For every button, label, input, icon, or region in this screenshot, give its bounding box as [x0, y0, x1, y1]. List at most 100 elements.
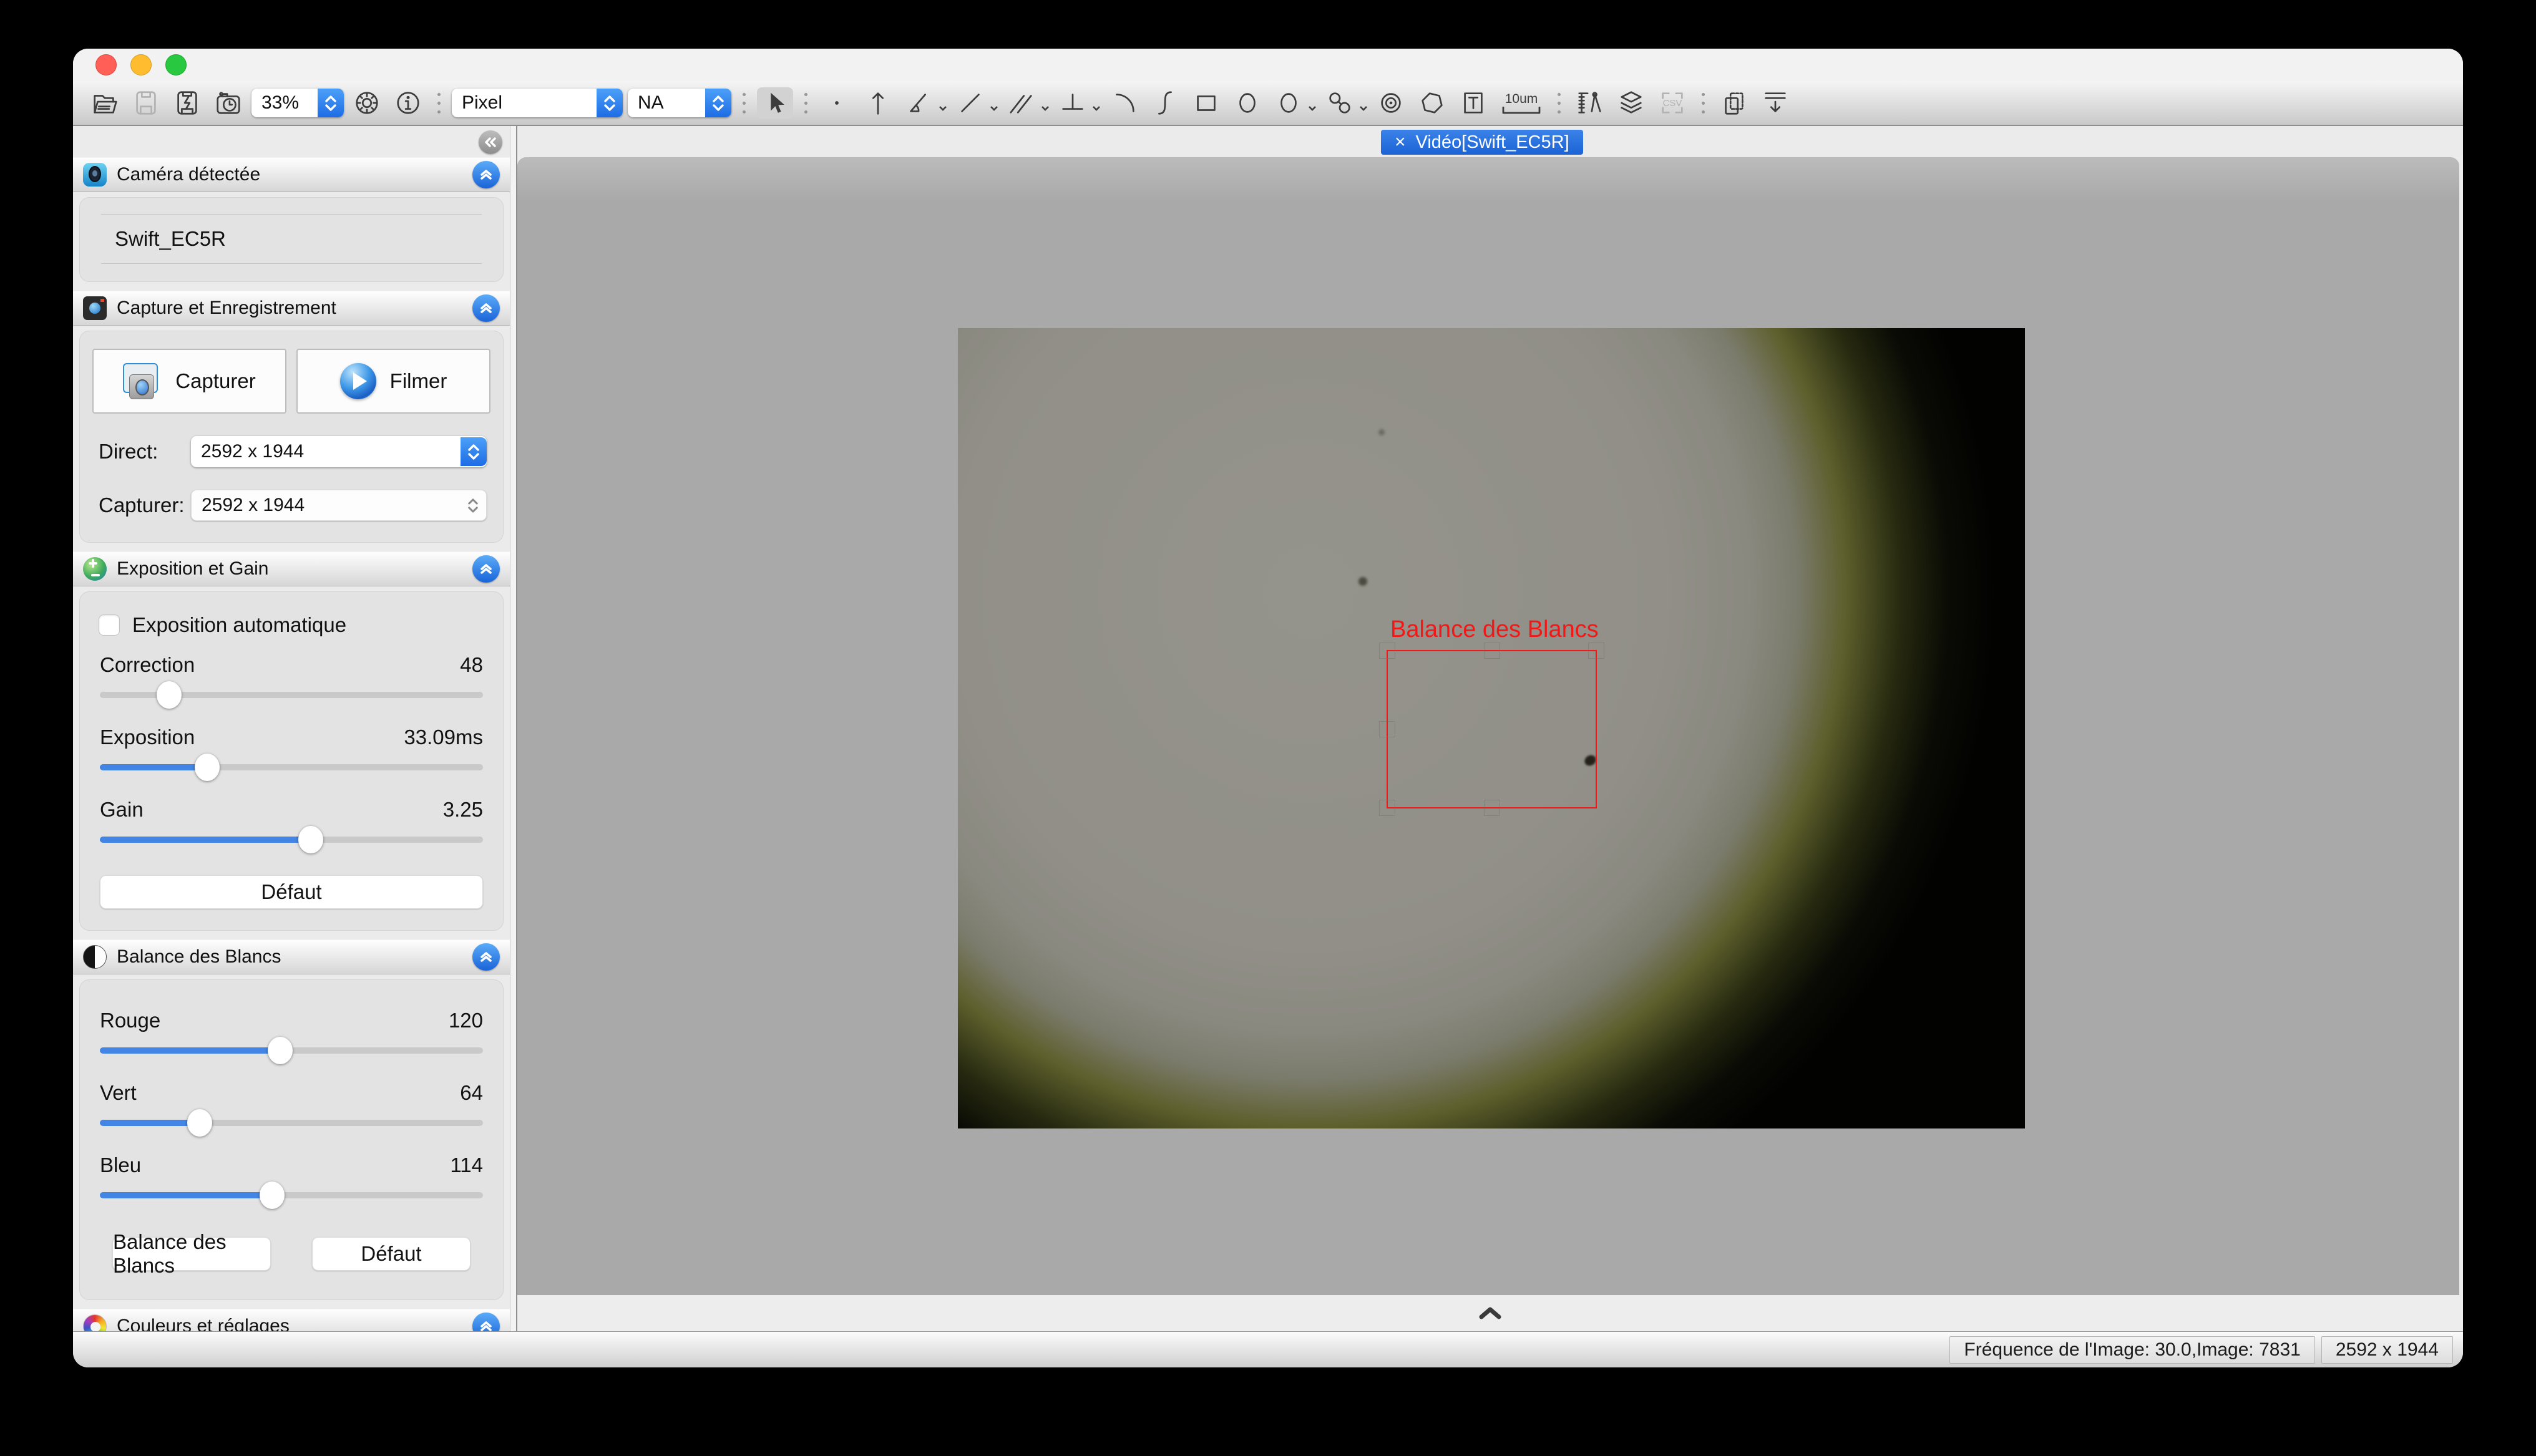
arrow-tool-icon[interactable]: [860, 87, 896, 119]
na-select[interactable]: NA: [628, 89, 731, 117]
chevron-down-icon[interactable]: [939, 103, 947, 114]
record-button[interactable]: Filmer: [296, 349, 490, 414]
exposure-default-button[interactable]: Défaut: [100, 875, 483, 909]
camera-list-box: Swift_EC5R: [79, 197, 504, 282]
close-window-button[interactable]: [95, 54, 117, 75]
slider-thumb[interactable]: [298, 826, 323, 853]
slider-thumb[interactable]: [268, 1037, 293, 1064]
rectangle-tool-icon[interactable]: [1188, 87, 1224, 119]
camera-list-item[interactable]: Swift_EC5R: [101, 214, 482, 264]
white-balance-icon: [83, 945, 107, 969]
slider-thumb[interactable]: [260, 1182, 285, 1209]
copy-tool-icon[interactable]: [1716, 87, 1752, 119]
collapse-section-button[interactable]: [472, 943, 500, 971]
toolbar: 33% Pixel NA: [73, 81, 2463, 126]
save-burst-icon[interactable]: [169, 87, 205, 119]
caliper-tool-icon[interactable]: [1572, 87, 1608, 119]
stepper-icon[interactable]: [705, 89, 731, 117]
line-tool-icon[interactable]: [952, 87, 988, 119]
app-window: 33% Pixel NA: [73, 49, 2463, 1367]
collapse-section-button[interactable]: [472, 555, 500, 583]
settings-gear-icon[interactable]: [349, 87, 385, 119]
stepper-icon[interactable]: [597, 89, 623, 117]
minimize-window-button[interactable]: [130, 54, 152, 75]
bottom-panel-toggle[interactable]: [517, 1295, 2463, 1331]
red-slider[interactable]: [100, 1036, 483, 1065]
slider-thumb[interactable]: [187, 1109, 212, 1137]
roi-handle[interactable]: [1484, 643, 1500, 659]
roi-handle[interactable]: [1379, 800, 1395, 816]
window-controls: [95, 54, 187, 75]
angle-tool-icon[interactable]: [901, 87, 937, 119]
csv-label: CSV: [1663, 98, 1682, 109]
scalebar-tool-icon[interactable]: 10um: [1496, 87, 1546, 119]
chevron-down-icon[interactable]: [1041, 103, 1050, 114]
chevron-down-icon[interactable]: [990, 103, 998, 114]
tab-strip: × Vidéo[Swift_EC5R]: [517, 126, 2463, 157]
zoom-level-select[interactable]: 33%: [251, 89, 344, 117]
open-folder-icon[interactable]: [87, 87, 123, 119]
roi-handle[interactable]: [1379, 643, 1395, 659]
slider-thumb[interactable]: [157, 681, 182, 709]
dust-speck: [1378, 429, 1385, 435]
two-circles-tool-icon[interactable]: [1322, 87, 1358, 119]
stepper-icon[interactable]: [460, 491, 486, 520]
capture-box: Capturer Filmer Direct: 2592 x 1944: [79, 331, 504, 543]
layers-tool-icon[interactable]: [1613, 87, 1649, 119]
concentric-circles-tool-icon[interactable]: [1373, 87, 1409, 119]
collapse-section-button[interactable]: [472, 1313, 500, 1331]
auto-exposure-checkbox[interactable]: [99, 614, 120, 636]
chevron-down-icon[interactable]: [1359, 103, 1368, 114]
green-slider[interactable]: [100, 1109, 483, 1137]
sidebar: Caméra détectée Swift_EC5R Capture et En…: [73, 126, 510, 1331]
circle-tool-icon[interactable]: [1270, 87, 1307, 119]
blue-value: 114: [450, 1153, 483, 1177]
pointer-tool-icon[interactable]: [757, 87, 793, 119]
white-balance-button[interactable]: Balance des Blancs: [112, 1237, 271, 1271]
collapse-section-button[interactable]: [472, 161, 500, 188]
capture-button[interactable]: Capturer: [92, 349, 286, 414]
section-header-capture: Capture et Enregistrement: [73, 291, 510, 326]
capture-button-label: Capturer: [175, 369, 255, 393]
exposure-slider[interactable]: [100, 753, 483, 782]
section-title: Exposition et Gain: [117, 558, 268, 580]
close-tab-icon[interactable]: ×: [1395, 133, 1406, 152]
stepper-icon[interactable]: [461, 437, 487, 466]
chevron-down-icon[interactable]: [1308, 103, 1317, 114]
wb-default-button[interactable]: Défaut: [312, 1237, 471, 1271]
unit-select[interactable]: Pixel: [452, 89, 623, 117]
ellipse-tool-icon[interactable]: [1229, 87, 1266, 119]
zoom-window-button[interactable]: [165, 54, 187, 75]
info-icon[interactable]: [390, 87, 426, 119]
parallel-lines-tool-icon[interactable]: [1003, 87, 1040, 119]
gain-slider[interactable]: [100, 825, 483, 854]
curve-tool-icon[interactable]: [1147, 87, 1183, 119]
live-resolution-select[interactable]: 2592 x 1944: [191, 436, 487, 467]
roi-handle[interactable]: [1379, 721, 1395, 737]
stepper-icon[interactable]: [318, 89, 344, 117]
point-tool-icon[interactable]: [819, 87, 855, 119]
sidebar-scrollbar[interactable]: [510, 126, 517, 1331]
na-value: NA: [638, 92, 700, 114]
roi-handle[interactable]: [1484, 800, 1500, 816]
slider-thumb[interactable]: [195, 754, 220, 781]
collapse-section-button[interactable]: [472, 294, 500, 322]
snapshot-camera-icon[interactable]: [210, 87, 246, 119]
capture-resolution-select[interactable]: 2592 x 1944: [191, 490, 487, 521]
microscope-live-image[interactable]: Balance des Blancs: [958, 328, 2025, 1128]
video-tab[interactable]: × Vidéo[Swift_EC5R]: [1381, 130, 1583, 155]
frame-info-status: Fréquence de l'Image: 30.0,Image: 7831: [1949, 1336, 2314, 1364]
polygon-tool-icon[interactable]: [1414, 87, 1450, 119]
perpendicular-tool-icon[interactable]: [1055, 87, 1091, 119]
blue-slider[interactable]: [100, 1181, 483, 1210]
sidebar-collapse-button[interactable]: [479, 130, 502, 154]
correction-slider[interactable]: [100, 681, 483, 709]
video-canvas[interactable]: Balance des Blancs: [517, 157, 2459, 1295]
wb-roi-rectangle[interactable]: [1387, 650, 1597, 808]
toolbar-separator: [743, 93, 746, 114]
export-merge-icon[interactable]: [1757, 87, 1793, 119]
roi-handle[interactable]: [1588, 643, 1604, 659]
chevron-down-icon[interactable]: [1092, 103, 1101, 114]
text-tool-icon[interactable]: [1455, 87, 1491, 119]
arc-tool-icon[interactable]: [1106, 87, 1142, 119]
